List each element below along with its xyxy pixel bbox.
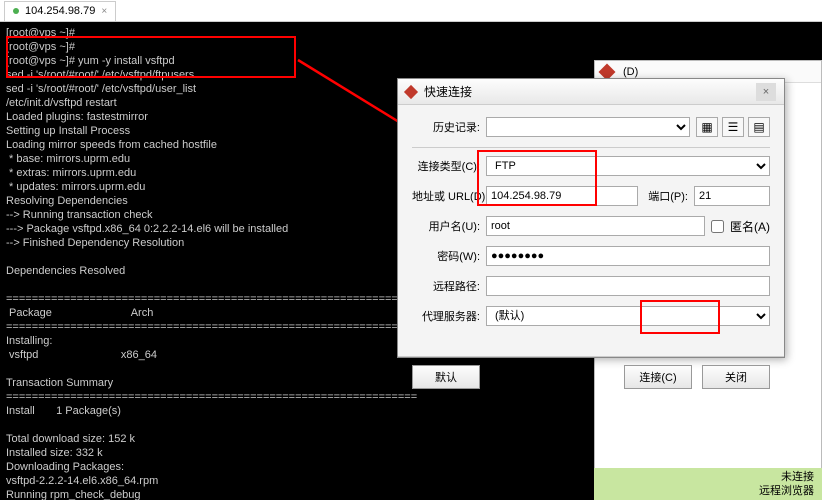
address-label: 地址或 URL(D): [412,188,480,204]
history-select[interactable] [486,117,690,137]
user-label: 用户名(U): [412,218,480,234]
history-btn-2[interactable]: ☰ [722,117,744,137]
history-label: 历史记录: [412,119,480,135]
port-label: 端口(P): [644,188,688,204]
row-user: 用户名(U): 匿名(A) [412,216,770,236]
dialog-footer: 默认 连接(C) 关闭 [398,365,784,389]
dialog-title: 快速连接 [424,83,748,100]
history-btn-3[interactable]: ▤ [748,117,770,137]
proxy-select[interactable]: (默认) [486,306,770,326]
anon-label: 匿名(A) [730,218,770,235]
close-button[interactable]: 关闭 [702,365,770,389]
separator-2 [398,356,784,357]
history-toolbar: ▦ ☰ ▤ [696,117,770,137]
remote-label: 远程路径: [412,278,480,294]
dialog-body: 历史记录: ▦ ☰ ▤ 连接类型(C): FTP 地址或 URL(D): 端口(… [398,105,784,348]
history-btn-1[interactable]: ▦ [696,117,718,137]
anon-checkbox[interactable] [711,220,724,233]
dialog-logo-icon [404,84,418,98]
dialog-titlebar[interactable]: 快速连接 × [398,79,784,105]
highlight-box-connect [640,300,720,334]
sidebar-title: (D) [623,66,638,78]
remote-input[interactable] [486,276,770,296]
row-password: 密码(W): [412,246,770,266]
quick-connect-dialog: 快速连接 × 历史记录: ▦ ☰ ▤ 连接类型(C): FTP 地址或 URL(… [397,78,785,358]
status-line1: 未连接 [602,470,814,484]
password-label: 密码(W): [412,248,480,264]
type-label: 连接类型(C): [412,158,480,174]
status-line2: 远程浏览器 [602,484,814,498]
tab-close-icon[interactable]: × [101,6,107,17]
proxy-label: 代理服务器: [412,308,480,324]
row-history: 历史记录: ▦ ☰ ▤ [412,117,770,137]
terminal-text: [root@vps ~]# [root@vps ~]# [root@vps ~]… [6,27,417,500]
user-input[interactable] [486,216,705,236]
status-bar: 未连接 远程浏览器 [594,468,822,500]
highlight-box-commands [6,36,296,78]
tab-label: 104.254.98.79 [25,5,95,17]
tab-bar: 104.254.98.79 × [0,0,822,22]
dialog-close-button[interactable]: × [756,83,776,101]
port-input[interactable] [694,186,770,206]
password-input[interactable] [486,246,770,266]
highlight-box-credentials [477,150,597,206]
row-remote: 远程路径: [412,276,770,296]
status-dot-icon [13,8,19,14]
separator [412,147,770,148]
tab-active[interactable]: 104.254.98.79 × [4,1,116,21]
connect-button[interactable]: 连接(C) [624,365,692,389]
default-button[interactable]: 默认 [412,365,480,389]
